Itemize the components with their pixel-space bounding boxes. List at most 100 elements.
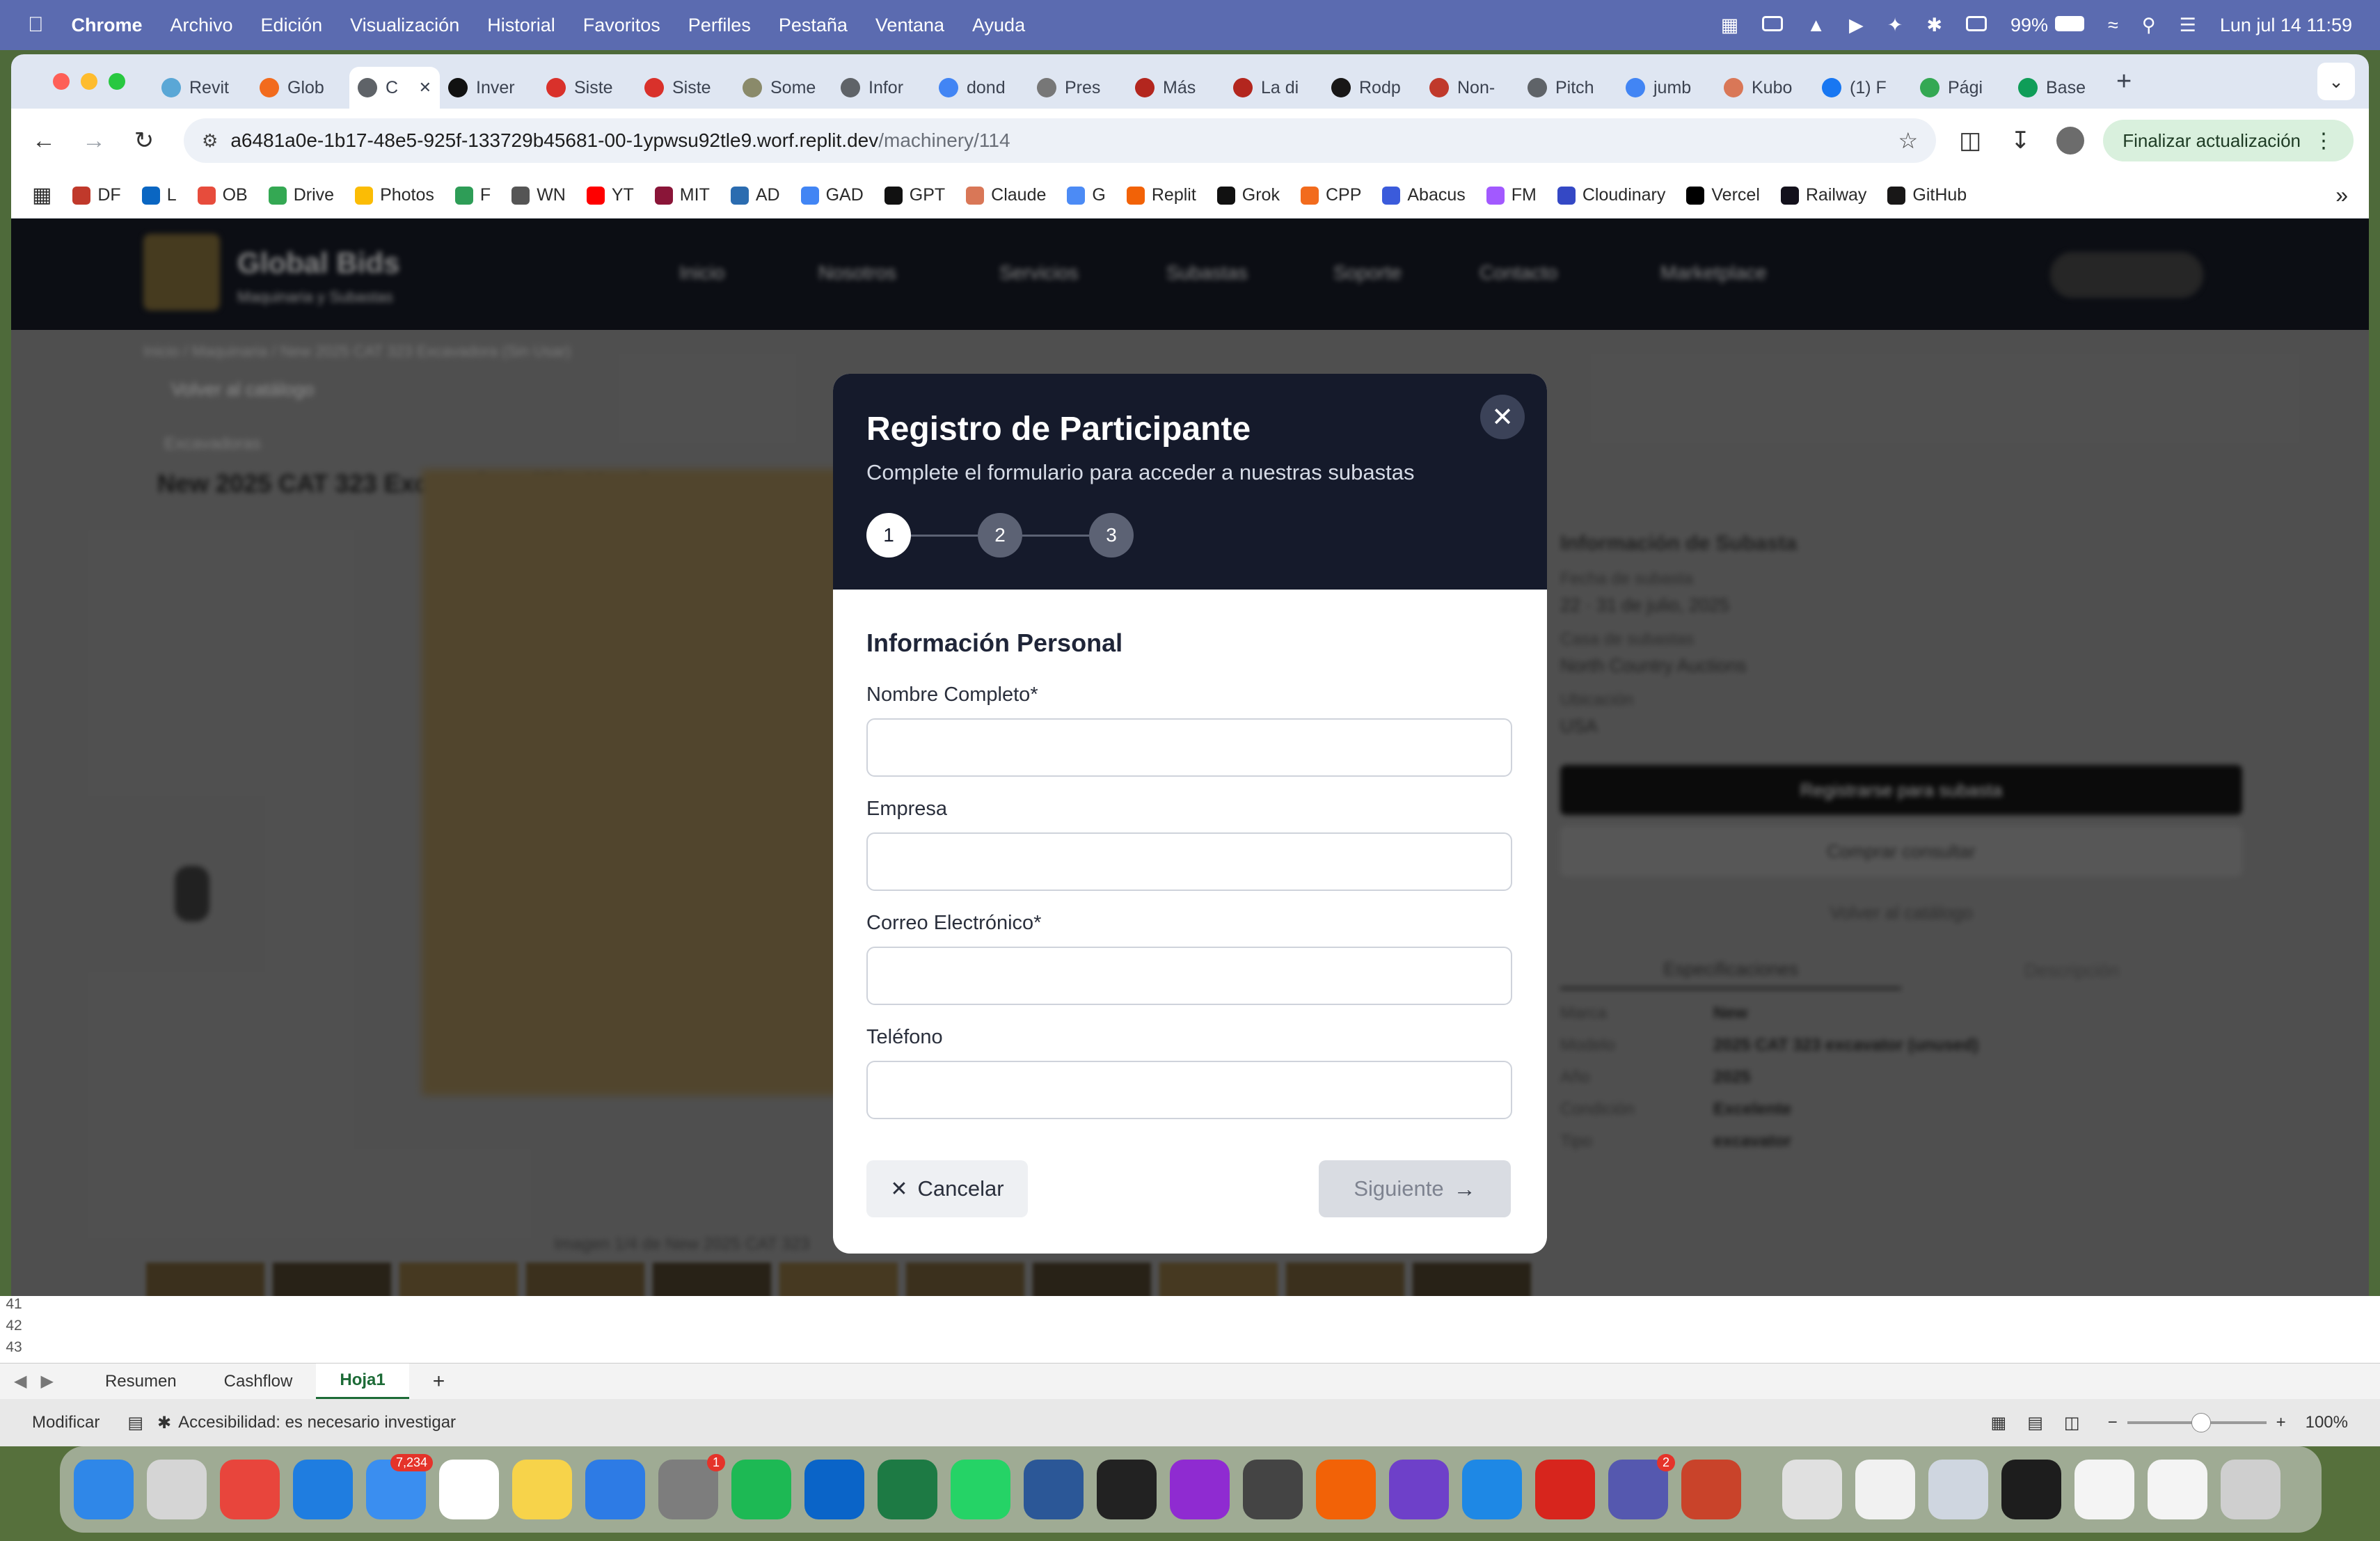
browser-tab[interactable]: Base [2010,67,2108,109]
whatsapp-icon[interactable] [951,1460,1010,1519]
bookmark-item[interactable]: AD [730,185,780,205]
browser-tab[interactable]: Revit [153,67,251,109]
airdrop-icon[interactable]: ✦ [1887,15,1903,36]
safari-icon[interactable] [293,1460,353,1519]
menubar-clock[interactable]: Lun jul 14 11:59 [2220,15,2352,36]
files-icon[interactable] [1782,1460,1842,1519]
finder-icon[interactable] [74,1460,134,1519]
menu-favoritos[interactable]: Favoritos [583,15,660,36]
bookmark-star-icon[interactable]: ☆ [1898,127,1919,154]
bookmark-item[interactable]: Photos [355,185,434,205]
scroll-left-icon[interactable]: ◀ [14,1371,26,1391]
browser-tab[interactable]: Infor [832,67,930,109]
battery-icon[interactable] [2055,15,2084,36]
sheet-tab-resumen[interactable]: Resumen [81,1364,200,1400]
reload-button[interactable]: ↻ [127,123,161,158]
browser-tab[interactable]: La di [1225,67,1323,109]
tab-search-button[interactable]: ⌄ [2317,63,2355,100]
bookmark-item[interactable]: MIT [654,185,710,205]
zoom-slider[interactable] [2127,1413,2267,1432]
profile-avatar[interactable] [2053,123,2088,158]
sheet-tab-cashflow[interactable]: Cashflow [200,1364,317,1400]
outlook-icon[interactable] [804,1460,864,1519]
browser-tab[interactable]: Rodp [1323,67,1421,109]
bookmark-item[interactable]: L [141,185,177,205]
accessibility-icon[interactable]: ✱ [157,1413,171,1433]
browser-tab[interactable]: Kubo [1715,67,1814,109]
window-blank-2-icon[interactable] [2148,1460,2207,1519]
menu-ventana[interactable]: Ventana [875,15,944,36]
keynote-icon[interactable] [585,1460,645,1519]
bluetooth-icon[interactable]: ✱ [1926,15,1942,36]
bookmark-item[interactable]: Cloudinary [1557,185,1665,205]
browser-tab[interactable]: Pági [1912,67,2010,109]
bookmark-item[interactable]: Replit [1126,185,1196,205]
bookmark-item[interactable]: WN [511,185,566,205]
bookmark-item[interactable]: F [454,185,491,205]
notes-icon[interactable] [512,1460,572,1519]
bookmark-item[interactable]: Drive [268,185,334,205]
close-window-button[interactable] [53,73,70,90]
downloads-icon[interactable]: ↧ [2003,123,2038,158]
bookmark-item[interactable]: FM [1486,185,1537,205]
extensions-icon[interactable]: ◫ [1953,123,1988,158]
bookmark-item[interactable]: CPP [1300,185,1361,205]
page-layout-icon[interactable]: ▤ [2027,1413,2043,1433]
update-button[interactable]: Finalizar actualización ⋮ [2103,120,2354,161]
bookmark-item[interactable]: GPT [884,185,945,205]
new-tab-button[interactable]: + [2116,67,2132,97]
word-icon[interactable] [1024,1460,1084,1519]
drive-status-icon[interactable]: ▲ [1807,15,1825,36]
menu-historial[interactable]: Historial [487,15,555,36]
acrobat-icon[interactable] [1535,1460,1595,1519]
zoom-in-button[interactable]: + [2276,1413,2286,1432]
menu-edicion[interactable]: Edición [261,15,323,36]
bookmark-item[interactable]: OB [197,185,248,205]
menu-visualizacion[interactable]: Visualización [350,15,459,36]
menu-archivo[interactable]: Archivo [170,15,233,36]
browser-tab[interactable]: (1) F [1814,67,1912,109]
back-button[interactable]: ← [26,123,61,158]
browser-tab[interactable]: Siste [538,67,636,109]
company-input[interactable] [866,832,1512,891]
email-input[interactable] [866,947,1512,1005]
screen-capture-icon[interactable] [1762,15,1784,36]
menu-ayuda[interactable]: Ayuda [972,15,1025,36]
scroll-right-icon[interactable]: ▶ [40,1371,53,1391]
teams-status-icon[interactable]: ▦ [1721,15,1739,36]
modal-close-button[interactable]: ✕ [1480,395,1525,439]
powerpoint-recorder-icon[interactable] [1681,1460,1741,1519]
window-preview-icon[interactable] [1928,1460,1988,1519]
terminal-window-icon[interactable] [2001,1460,2061,1519]
github-desktop-icon[interactable] [1389,1460,1449,1519]
vscode-icon[interactable] [1462,1460,1522,1519]
sheet-tab-hoja1[interactable]: Hoja1 [316,1363,409,1400]
menu-app-name[interactable]: Chrome [72,15,143,36]
calendar-31-icon[interactable] [1097,1460,1157,1519]
battery-percent[interactable]: 99% [2010,15,2048,36]
apple-icon[interactable]:  [28,13,44,37]
browser-tab[interactable]: Siste [636,67,734,109]
more-menu-icon[interactable]: ⋮ [2313,129,2334,153]
bookmark-item[interactable]: Grok [1216,185,1280,205]
pdf-window-icon[interactable] [1855,1460,1915,1519]
menu-perfiles[interactable]: Perfiles [688,15,751,36]
browser-tab[interactable]: Pres [1029,67,1127,109]
phone-input[interactable] [866,1061,1512,1119]
play-icon[interactable]: ▶ [1849,15,1864,36]
spotify-icon[interactable] [731,1460,791,1519]
bookmark-item[interactable]: G [1067,185,1106,205]
bookmark-item[interactable]: Abacus [1382,185,1466,205]
launchpad-icon[interactable] [147,1460,207,1519]
menu-pestana[interactable]: Pestaña [779,15,848,36]
replit-icon[interactable] [1316,1460,1376,1519]
window-blank-icon[interactable] [2074,1460,2134,1519]
tab-close-icon[interactable]: ✕ [419,79,431,97]
teams-icon[interactable]: 2 [1608,1454,1675,1519]
excel-icon[interactable] [878,1460,937,1519]
minimize-window-button[interactable] [81,73,97,90]
forward-button[interactable]: → [77,123,111,158]
site-info-icon[interactable]: ⚙ [202,130,218,152]
address-bar[interactable]: ⚙ a6481a0e-1b17-48e5-925f-133729b45681-0… [184,118,1937,163]
browser-tab[interactable]: Some [734,67,832,109]
